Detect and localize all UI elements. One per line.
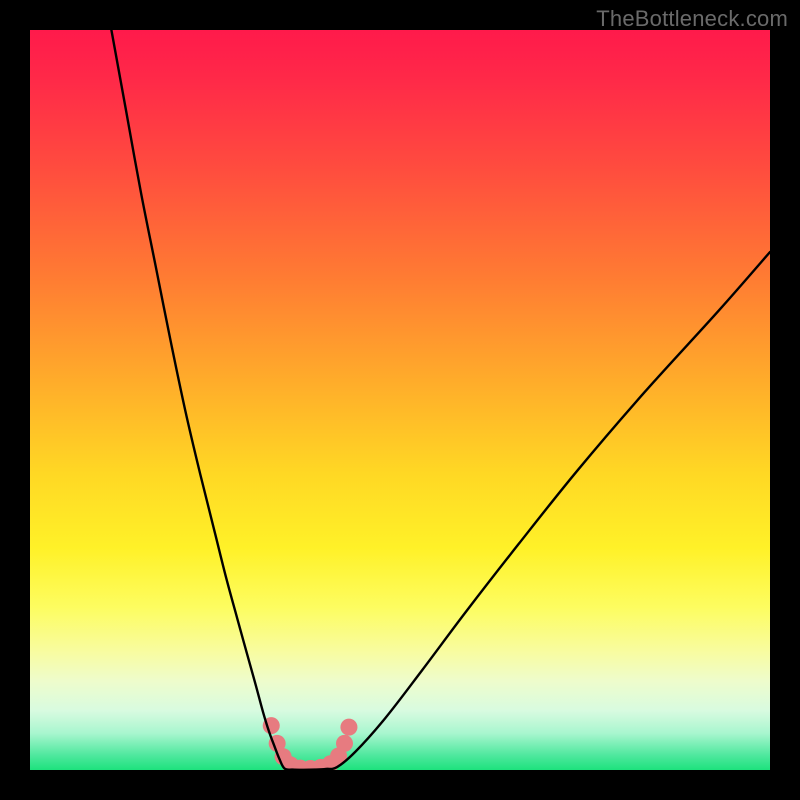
bottleneck-curve bbox=[111, 30, 770, 770]
watermark-text: TheBottleneck.com bbox=[596, 6, 788, 32]
plot-area bbox=[30, 30, 770, 770]
chart-svg bbox=[30, 30, 770, 770]
outer-frame: TheBottleneck.com bbox=[0, 0, 800, 800]
highlight-dot bbox=[336, 735, 353, 752]
highlight-dot bbox=[340, 719, 357, 736]
